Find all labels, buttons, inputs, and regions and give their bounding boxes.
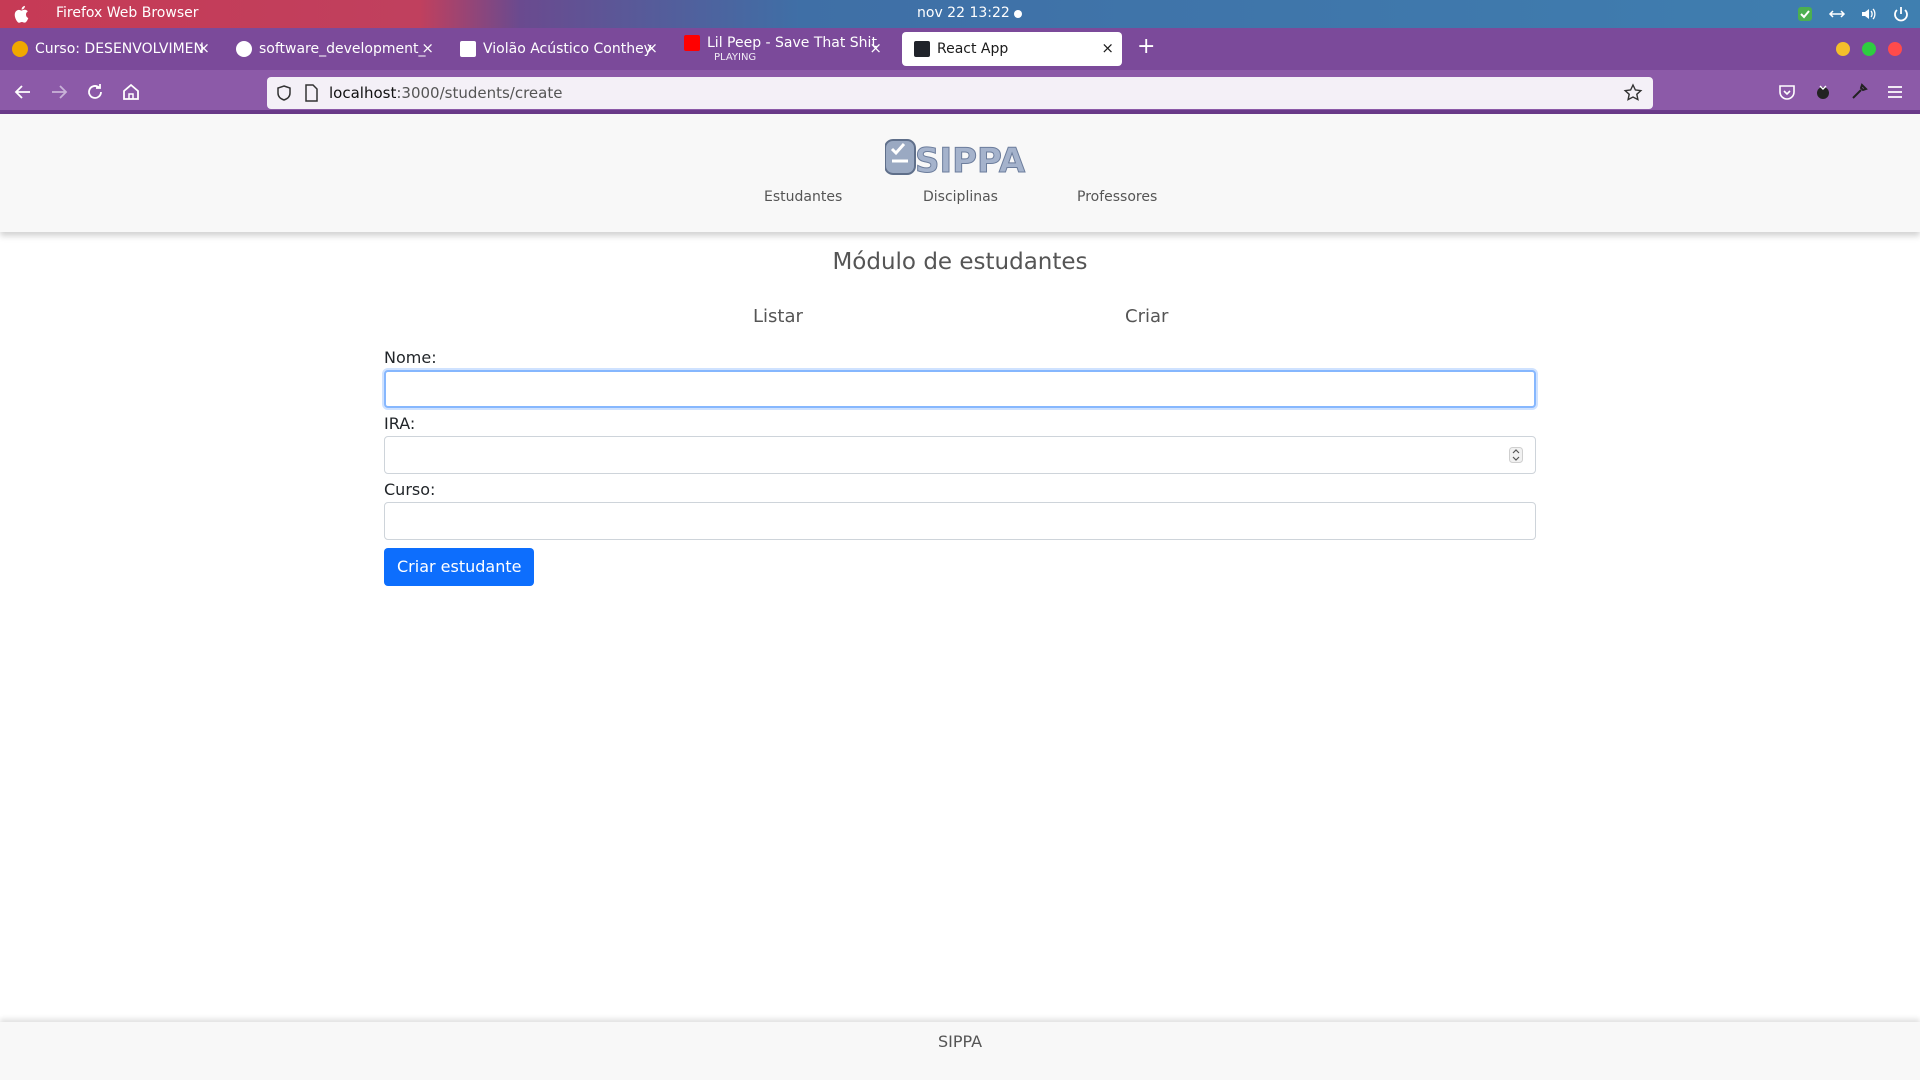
close-window-icon[interactable] bbox=[1888, 42, 1902, 56]
logo-text: SIPPA bbox=[915, 141, 1026, 178]
power-icon[interactable] bbox=[1892, 5, 1910, 23]
nav-estudantes[interactable]: Estudantes bbox=[764, 189, 842, 205]
clock[interactable]: nov 22 13:22 bbox=[917, 5, 1010, 21]
close-tab-icon[interactable]: × bbox=[1101, 40, 1114, 56]
eyedropper-icon[interactable] bbox=[1848, 81, 1870, 103]
volume-icon[interactable] bbox=[1860, 5, 1878, 23]
number-spinner-icon[interactable] bbox=[1509, 447, 1523, 463]
hamburger-menu-icon[interactable] bbox=[1884, 81, 1906, 103]
tab-amazon[interactable]: Violão Acústico Conthey × bbox=[448, 32, 666, 66]
url-bar[interactable]: localhost:3000/students/create bbox=[267, 77, 1653, 109]
name-label: Nome: bbox=[384, 348, 437, 367]
tab-title: Violão Acústico Conthey bbox=[483, 41, 652, 57]
nav-professores[interactable]: Professores bbox=[1077, 189, 1157, 205]
footer-text: SIPPA bbox=[937, 1032, 983, 1051]
nav-disciplinas[interactable]: Disciplinas bbox=[923, 189, 998, 205]
create-student-form: Nome: IRA: Curso: Criar estudante bbox=[384, 348, 1536, 586]
tab-title: React App bbox=[937, 41, 1009, 57]
react-icon bbox=[914, 41, 930, 57]
name-input[interactable] bbox=[384, 370, 1536, 408]
create-student-button[interactable]: Criar estudante bbox=[384, 548, 535, 586]
tab-github[interactable]: software_development_ × bbox=[224, 32, 442, 66]
url-host: localhost bbox=[329, 84, 397, 102]
url-text[interactable]: localhost:3000/students/create bbox=[329, 84, 562, 102]
back-icon[interactable] bbox=[12, 81, 34, 103]
close-tab-icon[interactable]: × bbox=[197, 40, 210, 56]
browser-nav-bar: localhost:3000/students/create bbox=[0, 70, 1920, 114]
browser-tab-bar: Curso: DESENVOLVIMEN × software_developm… bbox=[0, 28, 1920, 70]
network-icon[interactable] bbox=[1828, 5, 1846, 23]
ira-label: IRA: bbox=[384, 414, 416, 433]
close-tab-icon[interactable]: × bbox=[421, 40, 434, 56]
github-icon bbox=[236, 41, 252, 57]
page-info-icon[interactable] bbox=[303, 84, 319, 102]
pocket-icon[interactable] bbox=[1776, 81, 1798, 103]
apple-icon[interactable] bbox=[13, 5, 30, 23]
site-footer: SIPPA bbox=[0, 1022, 1920, 1080]
system-tray bbox=[1796, 5, 1910, 23]
page-title: Módulo de estudantes bbox=[832, 249, 1088, 275]
extension-icon[interactable] bbox=[1812, 81, 1834, 103]
home-icon[interactable] bbox=[120, 81, 142, 103]
site-header: SIPPA Estudantes Disciplinas Professores bbox=[0, 114, 1920, 232]
course-favicon-icon bbox=[12, 41, 28, 57]
close-tab-icon[interactable]: × bbox=[869, 40, 882, 56]
tab-title: Lil Peep - Save That Shit ( bbox=[707, 35, 877, 51]
maximize-icon[interactable] bbox=[1862, 42, 1876, 56]
ira-input[interactable] bbox=[384, 436, 1536, 474]
os-top-bar: Firefox Web Browser nov 22 13:22 bbox=[0, 0, 1920, 28]
notification-dot bbox=[1014, 10, 1022, 18]
tab-react-app[interactable]: React App × bbox=[902, 32, 1122, 66]
update-icon[interactable] bbox=[1796, 5, 1814, 23]
sippa-logo[interactable]: SIPPA bbox=[885, 134, 1035, 178]
course-label: Curso: bbox=[384, 480, 436, 499]
bookmark-star-icon[interactable] bbox=[1623, 83, 1643, 103]
listar-link[interactable]: Listar bbox=[753, 306, 803, 327]
new-tab-icon[interactable]: + bbox=[1137, 34, 1155, 59]
close-tab-icon[interactable]: × bbox=[645, 40, 658, 56]
tab-curso[interactable]: Curso: DESENVOLVIMEN × bbox=[0, 32, 218, 66]
active-app-name[interactable]: Firefox Web Browser bbox=[56, 5, 199, 21]
minimize-icon[interactable] bbox=[1836, 42, 1850, 56]
criar-link[interactable]: Criar bbox=[1125, 306, 1168, 327]
url-path: :3000/students/create bbox=[396, 84, 563, 102]
tracking-protection-shield-icon[interactable] bbox=[275, 84, 293, 102]
amazon-icon bbox=[460, 41, 476, 57]
tab-title: software_development_ bbox=[259, 41, 426, 57]
tab-playing-label: PLAYING bbox=[714, 52, 757, 63]
forward-icon[interactable] bbox=[48, 81, 70, 103]
course-input[interactable] bbox=[384, 502, 1536, 540]
tab-youtube[interactable]: Lil Peep - Save That Shit ( PLAYING × bbox=[672, 32, 890, 66]
youtube-icon bbox=[684, 35, 700, 51]
reload-icon[interactable] bbox=[84, 81, 106, 103]
tab-title: Curso: DESENVOLVIMEN bbox=[35, 41, 204, 57]
